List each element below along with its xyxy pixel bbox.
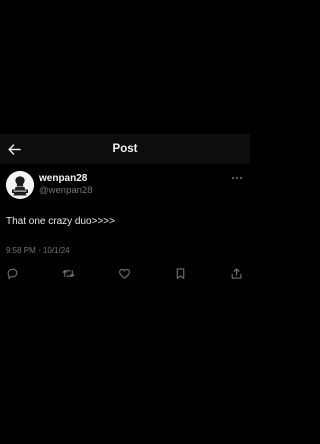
like-button[interactable] <box>117 266 131 280</box>
top-bar: Post <box>0 134 250 164</box>
page-title: Post <box>112 143 138 155</box>
more-button[interactable] <box>230 173 244 183</box>
share-icon <box>231 267 241 279</box>
avatar[interactable] <box>6 171 34 199</box>
back-button[interactable] <box>5 140 23 158</box>
display-name[interactable]: wenpan28 <box>39 173 87 184</box>
reply-icon <box>7 268 17 279</box>
reply-button[interactable] <box>5 266 19 280</box>
bookmark-icon <box>176 267 184 279</box>
handle[interactable]: @wenpan28 <box>39 185 93 196</box>
repost-button[interactable] <box>61 266 75 280</box>
timestamp[interactable]: 9:58 PM · 10/1/24 <box>6 246 70 255</box>
share-button[interactable] <box>229 266 243 280</box>
more-dots-icon <box>232 177 242 179</box>
like-icon <box>118 268 130 279</box>
tweet-text: That one crazy duo>>>> <box>6 216 115 227</box>
arrow-left-icon <box>7 143 21 155</box>
repost-icon <box>62 269 74 277</box>
bookmark-button[interactable] <box>173 266 187 280</box>
avatar-image <box>6 171 34 199</box>
